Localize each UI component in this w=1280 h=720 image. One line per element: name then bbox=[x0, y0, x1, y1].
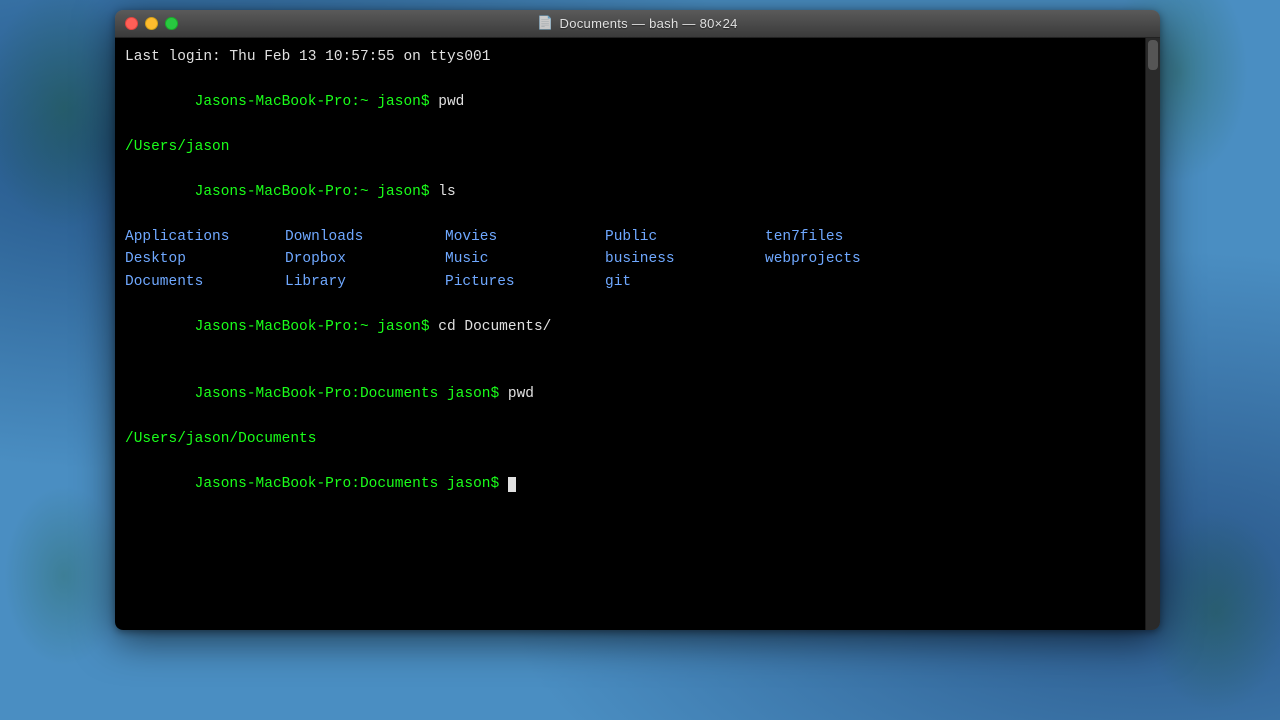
list-item: Library bbox=[285, 271, 445, 293]
list-item: webprojects bbox=[765, 248, 925, 270]
terminal-window: 📄 Documents — bash — 80×24 Last login: T… bbox=[115, 10, 1160, 630]
desktop: 📄 Documents — bash — 80×24 Last login: T… bbox=[0, 0, 1280, 720]
prompt-4: Jasons-MacBook-Pro:Documents jason$ bbox=[195, 386, 508, 402]
list-item: Downloads bbox=[285, 226, 445, 248]
cmd-line-3: Jasons-MacBook-Pro:~ jason$ cd Documents… bbox=[125, 293, 1135, 360]
list-item: Desktop bbox=[125, 248, 285, 270]
prompt-1: Jasons-MacBook-Pro:~ jason$ bbox=[195, 94, 439, 110]
ls-output: Applications Downloads Movies Public ten… bbox=[125, 226, 1135, 293]
list-item: Pictures bbox=[445, 271, 605, 293]
path-line-2: /Users/jason/Documents bbox=[125, 428, 1135, 450]
scrollbar-thumb[interactable] bbox=[1148, 40, 1158, 70]
cmd-line-2: Jasons-MacBook-Pro:~ jason$ ls bbox=[125, 158, 1135, 225]
minimize-button[interactable] bbox=[145, 17, 158, 30]
list-item: business bbox=[605, 248, 765, 270]
prompt-5: Jasons-MacBook-Pro:Documents jason$ bbox=[195, 476, 508, 492]
cmd-line-1: Jasons-MacBook-Pro:~ jason$ pwd bbox=[125, 68, 1135, 135]
list-item: git bbox=[605, 271, 765, 293]
list-item: ten7files bbox=[765, 226, 925, 248]
list-item bbox=[765, 271, 925, 293]
last-login-line: Last login: Thu Feb 13 10:57:55 on ttys0… bbox=[125, 46, 1135, 68]
close-button[interactable] bbox=[125, 17, 138, 30]
window-title: Documents — bash — 80×24 bbox=[560, 16, 738, 31]
cmd-2-text: ls bbox=[438, 184, 455, 200]
list-item: Dropbox bbox=[285, 248, 445, 270]
active-prompt-line[interactable]: Jasons-MacBook-Pro:Documents jason$ bbox=[125, 450, 1135, 517]
window-controls bbox=[125, 17, 178, 30]
cmd-3-text: cd Documents/ bbox=[438, 319, 551, 335]
cursor bbox=[508, 477, 516, 492]
path-line-1: /Users/jason bbox=[125, 136, 1135, 158]
terminal-body[interactable]: Last login: Thu Feb 13 10:57:55 on ttys0… bbox=[115, 38, 1145, 630]
prompt-3: Jasons-MacBook-Pro:~ jason$ bbox=[195, 319, 439, 335]
title-bar: 📄 Documents — bash — 80×24 bbox=[115, 10, 1160, 38]
cmd-line-4: Jasons-MacBook-Pro:Documents jason$ pwd bbox=[125, 361, 1135, 428]
list-item: Movies bbox=[445, 226, 605, 248]
scrollbar[interactable] bbox=[1145, 38, 1160, 630]
terminal-icon: 📄 bbox=[537, 16, 553, 31]
list-item: Documents bbox=[125, 271, 285, 293]
list-item: Public bbox=[605, 226, 765, 248]
prompt-2: Jasons-MacBook-Pro:~ jason$ bbox=[195, 184, 439, 200]
list-item: Applications bbox=[125, 226, 285, 248]
list-item: Music bbox=[445, 248, 605, 270]
maximize-button[interactable] bbox=[165, 17, 178, 30]
cmd-1-text: pwd bbox=[438, 94, 464, 110]
cmd-4-text: pwd bbox=[508, 386, 534, 402]
